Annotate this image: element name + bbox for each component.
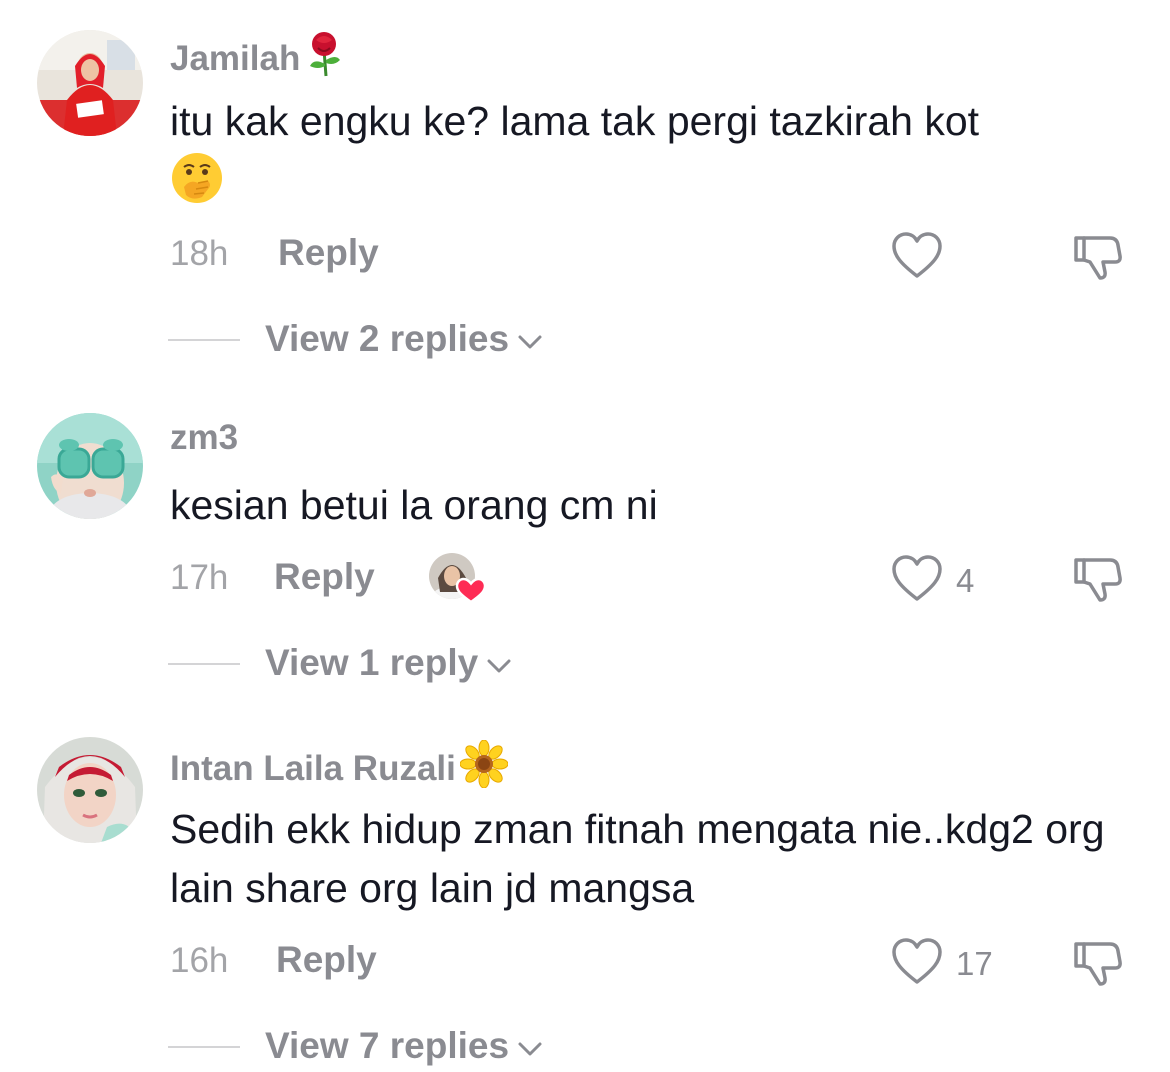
reply-button[interactable]: Reply xyxy=(278,232,379,274)
view-replies-label: View 2 replies xyxy=(265,318,510,359)
view-replies-label: View 1 reply xyxy=(265,642,479,683)
comment-text: Sedih ekk hidup zman fitnah mengata nie.… xyxy=(170,800,1130,918)
username-text: zm3 xyxy=(170,418,239,457)
chevron-down-icon xyxy=(486,642,512,684)
sunflower-icon xyxy=(459,739,509,797)
reply-button[interactable]: Reply xyxy=(274,556,375,598)
comment-text-content: itu kak engku ke? lama tak pergi tazkira… xyxy=(170,98,980,144)
comment-time: 18h xyxy=(170,234,229,273)
like-count: 4 xyxy=(956,561,975,599)
chevron-down-icon xyxy=(517,1025,543,1067)
heart-outline-icon xyxy=(890,936,944,991)
comment-text: kesian betui la orang cm ni xyxy=(170,476,1130,535)
avatar[interactable] xyxy=(37,30,143,136)
chevron-down-icon xyxy=(517,318,543,360)
thumbs-down-icon xyxy=(1070,942,1124,992)
comment-text-content: Sedih ekk hidup zman fitnah mengata nie.… xyxy=(170,806,1105,911)
replies-divider xyxy=(168,663,240,665)
comment-username[interactable]: Intan Laila Ruzali xyxy=(170,739,509,797)
view-replies-button[interactable]: View 7 replies xyxy=(265,1025,543,1067)
comment-username[interactable]: zm3 xyxy=(170,418,238,458)
like-button[interactable]: 17 xyxy=(890,936,993,991)
like-button[interactable] xyxy=(890,230,956,285)
like-button[interactable]: 4 xyxy=(890,553,974,608)
username-text: Jamilah xyxy=(170,38,301,78)
dislike-button[interactable] xyxy=(1070,552,1124,609)
view-replies-label: View 7 replies xyxy=(265,1025,510,1066)
comment-time: 17h xyxy=(170,558,229,597)
dislike-button[interactable] xyxy=(1070,230,1124,287)
view-replies-button[interactable]: View 1 reply xyxy=(265,642,512,684)
rose-icon xyxy=(304,30,344,87)
dislike-button[interactable] xyxy=(1070,936,1124,993)
view-replies-button[interactable]: View 2 replies xyxy=(265,318,543,360)
comment-text-content: kesian betui la orang cm ni xyxy=(170,482,658,528)
thumbs-down-icon xyxy=(1070,236,1124,286)
reply-button[interactable]: Reply xyxy=(276,939,377,981)
heart-badge-icon xyxy=(455,577,487,604)
like-count: 17 xyxy=(956,944,993,982)
heart-outline-icon xyxy=(890,553,944,608)
face-with-hand-over-mouth-icon xyxy=(170,151,224,221)
username-text: Intan Laila Ruzali xyxy=(170,748,456,788)
avatar[interactable] xyxy=(37,413,143,519)
comment-text: itu kak engku ke? lama tak pergi tazkira… xyxy=(170,92,1130,221)
heart-outline-icon xyxy=(890,230,944,285)
replies-divider xyxy=(168,1046,240,1048)
creator-liked-badge xyxy=(428,552,487,604)
replies-divider xyxy=(168,339,240,341)
avatar[interactable] xyxy=(37,737,143,843)
comment-time: 16h xyxy=(170,941,229,980)
comment-username[interactable]: Jamilah xyxy=(170,30,344,87)
thumbs-down-icon xyxy=(1070,558,1124,608)
